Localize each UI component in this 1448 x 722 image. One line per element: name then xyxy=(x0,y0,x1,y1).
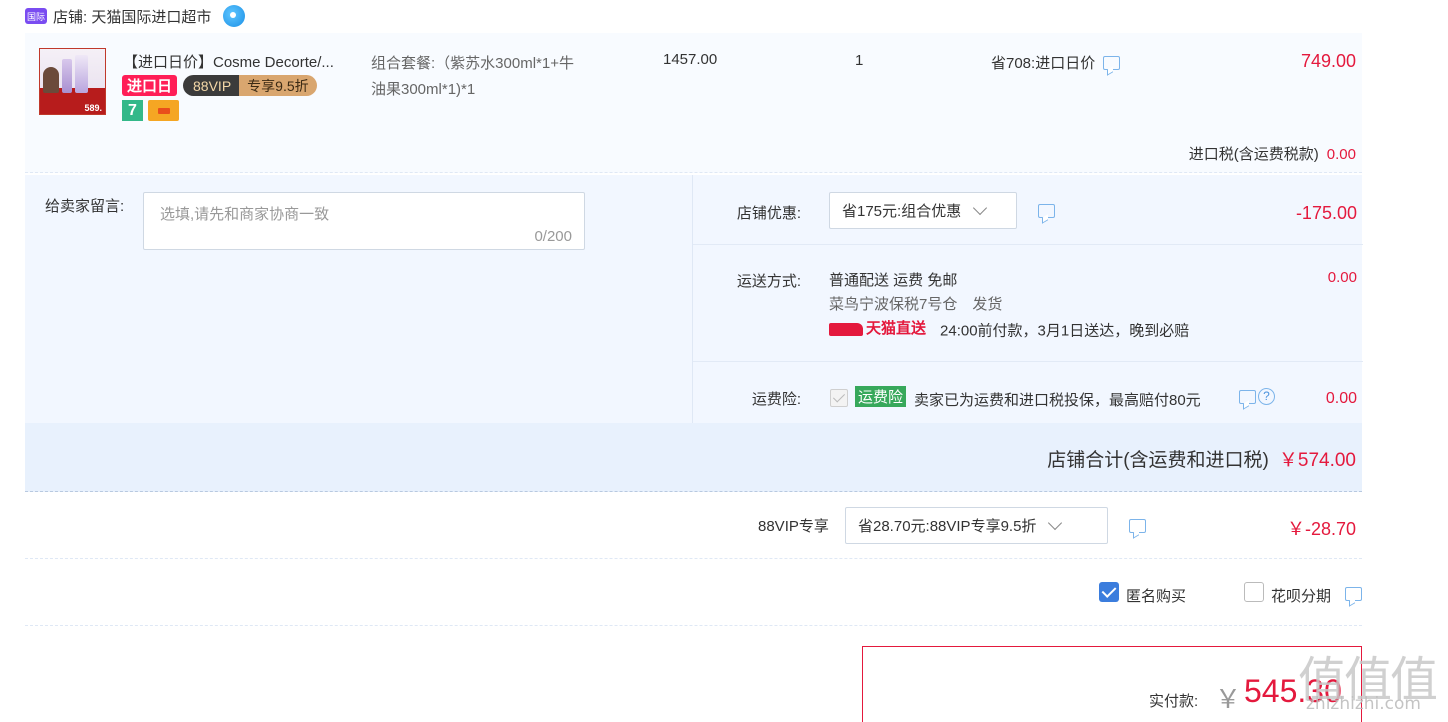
vip-discount-select[interactable]: 省28.70元:88VIP专享9.5折 xyxy=(845,507,1108,544)
sku-line: 油果300ml*1)*1 xyxy=(371,81,476,98)
huabei-label[interactable]: 花呗分期 xyxy=(1271,585,1331,606)
seller-message-input[interactable]: 选填,请先和商家协商一致 0/200 xyxy=(143,192,585,250)
store-total: 店铺合计(含运费和进口税) ￥574.00 xyxy=(1047,445,1356,472)
import-tax-value: 0.00 xyxy=(1326,146,1356,163)
import-tax-row: 进口税(含运费税款) 0.00 xyxy=(1189,143,1356,164)
store-total-label: 店铺合计(含运费和进口税) xyxy=(1047,450,1269,471)
credit-card-icon xyxy=(148,100,179,121)
tmall-global-badge: 国际 xyxy=(25,8,47,24)
anonymous-label[interactable]: 匿名购买 xyxy=(1126,585,1186,606)
thumbnail-model xyxy=(43,67,59,93)
store-promo-row: 店铺优惠: 省175元:组合优惠 -175.00 xyxy=(693,175,1363,245)
chevron-down-icon xyxy=(973,200,988,216)
anonymous-checkbox[interactable] xyxy=(1099,582,1119,602)
thumbnail-bottle xyxy=(62,59,72,93)
payment-summary: 实付款: ￥ 545.30 xyxy=(862,646,1362,722)
purchase-options-row: 匿名购买 花呗分期 xyxy=(25,560,1362,626)
store-header: 国际 店铺: 天猫国际进口超市 xyxy=(25,4,246,28)
order-options-panel: 给卖家留言: 选填,请先和商家协商一致 0/200 店铺优惠: 省175元:组合… xyxy=(25,175,1363,423)
import-tax-label: 进口税(含运费税款) xyxy=(1188,146,1319,163)
insurance-desc: 卖家已为运费和进口税投保，最高赔付80元 xyxy=(914,392,1201,409)
store-promo-selected: 省175元:组合优惠 xyxy=(842,203,962,220)
chat-icon[interactable] xyxy=(1239,390,1256,404)
chat-icon[interactable] xyxy=(1345,587,1362,601)
product-tags: 进口日 88VIP 专享9.5折 xyxy=(122,75,317,96)
shipping-details: 普通配送 运费 免邮 菜鸟宁波保税7号仓 发货 天猫直送 24:00前付款，3月1… xyxy=(829,269,1189,344)
unit-price: 1457.00 xyxy=(663,51,718,68)
vip-discount-selected: 省28.70元:88VIP专享9.5折 xyxy=(858,518,1037,535)
shipping-method: 普通配送 运费 免邮 xyxy=(829,272,958,289)
tmall-cat-icon xyxy=(829,322,863,336)
chat-icon[interactable] xyxy=(1129,519,1146,533)
service-tags: 7 xyxy=(122,100,179,121)
quantity: 1 xyxy=(855,52,864,69)
vip-discount-tag: 88VIP 专享9.5折 xyxy=(183,75,317,96)
store-total-row: 店铺合计(含运费和进口税) ￥574.00 xyxy=(25,423,1362,492)
import-day-tag: 进口日 xyxy=(122,75,178,96)
shipping-label: 运送方式: xyxy=(736,273,801,290)
product-sku: 组合套餐:（紫苏水300ml*1+牛 油果300ml*1)*1 xyxy=(371,51,631,103)
delivery-promise: 天猫直送 24:00前付款，3月1日送达，晚到必赔 xyxy=(829,317,1189,344)
chat-icon[interactable] xyxy=(1103,55,1121,70)
insurance-value: 0.00 xyxy=(1325,390,1357,407)
vip-tag-left: 88VIP xyxy=(183,75,240,96)
shipping-value: 0.00 xyxy=(1327,269,1357,286)
seller-message-placeholder: 选填,请先和商家协商一致 xyxy=(160,206,330,223)
vip-discount-amount: ￥-28.70 xyxy=(1286,519,1356,539)
insurance-label: 运费险: xyxy=(751,391,801,408)
tmall-direct-logo: 天猫直送 xyxy=(829,317,926,341)
store-promo-select[interactable]: 省175元:组合优惠 xyxy=(829,192,1017,229)
order-item-row: 589. 【进口日价】Cosme Decorte/... 进口日 88VIP 专… xyxy=(25,33,1362,173)
wangwang-chat-icon[interactable] xyxy=(223,5,246,27)
vip-tag-right: 专享9.5折 xyxy=(239,75,317,96)
payment-currency: ￥ xyxy=(1215,684,1242,714)
delivery-promise-text: 24:00前付款，3月1日送达，晚到必赔 xyxy=(940,322,1190,340)
insurance-tag: 运费险 xyxy=(855,386,907,407)
shipping-row: 运送方式: 普通配送 运费 免邮 菜鸟宁波保税7号仓 发货 天猫直送 24:00前… xyxy=(693,245,1363,362)
seller-message-counter: 0/200 xyxy=(534,228,572,245)
item-discount: 省708:进口日价 xyxy=(991,52,1121,73)
item-discount-label: 省708:进口日价 xyxy=(991,55,1096,72)
store-promo-value: -175.00 xyxy=(1295,203,1357,223)
vip-discount-row: 88VIP专享 省28.70元:88VIP专享9.5折 ￥-28.70 xyxy=(25,493,1362,559)
insurance-checkbox xyxy=(830,389,848,407)
chat-icon[interactable] xyxy=(1038,204,1055,218)
seller-message-label: 给卖家留言: xyxy=(45,198,125,215)
shipping-warehouse: 菜鸟宁波保税7号仓 发货 xyxy=(829,296,1003,313)
payment-label: 实付款: xyxy=(1149,693,1199,710)
help-icon[interactable]: ? xyxy=(1258,388,1275,405)
insurance-row: 运费险: 运费险 卖家已为运费和进口税投保，最高赔付80元 ? 0.00 xyxy=(693,362,1363,423)
seven-day-return-icon: 7 xyxy=(122,100,143,121)
payment-amount: 545.30 xyxy=(1244,673,1342,709)
chevron-down-icon xyxy=(1048,515,1063,531)
huabei-checkbox[interactable] xyxy=(1244,582,1264,602)
store-promo-label: 店铺优惠: xyxy=(736,205,801,222)
order-right-panel: 店铺优惠: 省175元:组合优惠 -175.00 运送方式: 普通配送 运费 免… xyxy=(692,175,1363,423)
product-thumbnail[interactable]: 589. xyxy=(39,48,106,115)
tmall-direct-label: 天猫直送 xyxy=(866,320,927,337)
thumbnail-price: 589. xyxy=(84,103,102,113)
store-total-amount: ￥574.00 xyxy=(1278,450,1356,471)
product-title[interactable]: 【进口日价】Cosme Decorte/... xyxy=(123,51,334,72)
item-total: 749.00 xyxy=(1300,51,1356,71)
thumbnail-bottle xyxy=(75,55,88,93)
sku-line: 组合套餐:（紫苏水300ml*1+牛 xyxy=(371,55,574,72)
vip-label: 88VIP专享 xyxy=(758,518,829,535)
store-name[interactable]: 店铺: 天猫国际进口超市 xyxy=(53,6,211,27)
